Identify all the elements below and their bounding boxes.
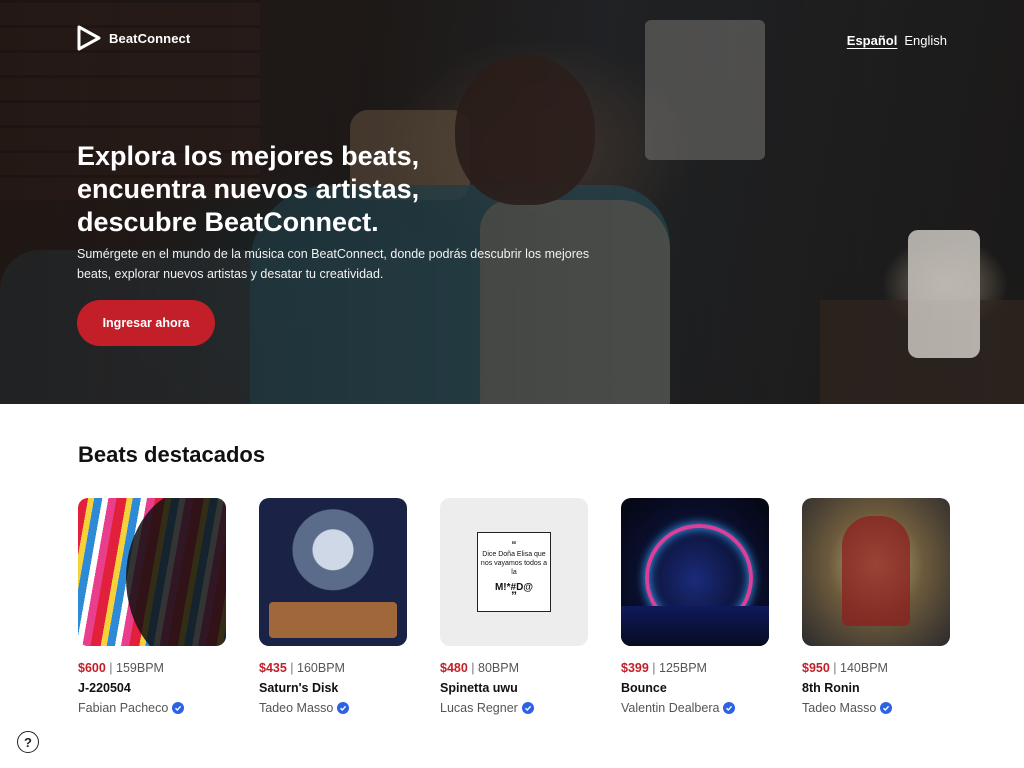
beat-author[interactable]: Tadeo Masso [802,701,950,715]
beat-price: $600 [78,661,106,675]
beat-author[interactable]: Valentin Dealbera [621,701,769,715]
verified-badge-icon [723,702,736,714]
beat-title[interactable]: J-220504 [78,681,226,695]
beat-title[interactable]: Spinetta uwu [440,681,588,695]
featured-title-light: Beats [78,442,138,467]
beat-author[interactable]: Tadeo Masso [259,701,407,715]
play-triangle-icon [77,25,101,51]
beat-meta-separator: | [652,661,656,675]
quote-open-mark: “ [511,540,517,551]
beat-meta-separator: | [833,661,837,675]
beat-price: $435 [259,661,287,675]
beat-bpm: 80BPM [478,661,520,675]
beat-cover-image[interactable] [802,498,950,646]
beat-author-name: Tadeo Masso [259,701,334,715]
quote-artwork: “ Dice Doña Elisa que nos vayamos todos … [477,532,551,612]
hero-title-line-3: descubre BeatConnect. [77,207,379,237]
beat-meta-separator: | [471,661,475,675]
beat-cover-image[interactable]: “ Dice Doña Elisa que nos vayamos todos … [440,498,588,646]
beat-meta-separator: | [290,661,294,675]
beat-card[interactable]: $435 | 160BPM Saturn's Disk Tadeo Masso [259,498,407,715]
verified-badge-icon [521,702,534,714]
beat-bpm: 125BPM [659,661,707,675]
help-button[interactable]: ? [17,731,39,753]
beat-title[interactable]: 8th Ronin [802,681,950,695]
hero-title-line-1: Explora los mejores beats, [77,141,420,171]
beat-card[interactable]: “ Dice Doña Elisa que nos vayamos todos … [440,498,588,715]
beat-meta-separator: | [109,661,113,675]
beat-author[interactable]: Fabian Pacheco [78,701,226,715]
beat-price: $399 [621,661,649,675]
ingresar-ahora-button[interactable]: Ingresar ahora [77,300,215,346]
help-icon: ? [24,734,32,750]
hero-content: BeatConnect Español English Explora los … [0,0,1024,404]
brand-logo[interactable]: BeatConnect [77,25,190,51]
beat-author-name: Fabian Pacheco [78,701,169,715]
beat-card[interactable]: $950 | 140BPM 8th Ronin Tadeo Masso [802,498,950,715]
beat-author-name: Tadeo Masso [802,701,877,715]
brand-name: BeatConnect [109,30,191,46]
language-option-espanol[interactable]: Español [847,33,898,48]
beat-meta: $399 | 125BPM [621,661,769,675]
verified-badge-icon [880,702,893,714]
verified-badge-icon [337,702,350,714]
beat-meta: $950 | 140BPM [802,661,950,675]
beat-title[interactable]: Saturn's Disk [259,681,407,695]
beat-price: $480 [440,661,468,675]
beat-cover-image[interactable] [78,498,226,646]
hero-banner: BeatConnect Español English Explora los … [0,0,1024,404]
beat-cover-image[interactable] [259,498,407,646]
quote-close-mark: ” [511,589,517,603]
featured-title-bold: destacados [144,442,266,467]
beat-price: $950 [802,661,830,675]
beat-bpm: 140BPM [840,661,888,675]
hero-description: Sumérgete en el mundo de la música con B… [77,247,590,281]
verified-badge-icon [172,702,185,714]
hero-title: Explora los mejores beats, encuentra nue… [77,140,597,239]
language-switcher: Español English [847,33,947,48]
beat-card[interactable]: $600 | 159BPM J-220504 Fabian Pacheco [78,498,226,715]
beat-meta: $600 | 159BPM [78,661,226,675]
beat-author[interactable]: Lucas Regner [440,701,588,715]
beat-card[interactable]: $399 | 125BPM Bounce Valentin Dealbera [621,498,769,715]
featured-beats-title: Beats destacados [78,442,265,468]
beat-author-name: Lucas Regner [440,701,518,715]
beat-bpm: 160BPM [297,661,345,675]
hero-title-line-2: encuentra nuevos artistas, [77,174,420,204]
beat-title[interactable]: Bounce [621,681,769,695]
beat-cover-image[interactable] [621,498,769,646]
beat-meta: $435 | 160BPM [259,661,407,675]
beat-bpm: 159BPM [116,661,164,675]
beat-author-name: Valentin Dealbera [621,701,720,715]
quote-text: Dice Doña Elisa que nos vayamos todos a … [480,551,548,576]
beats-grid: $600 | 159BPM J-220504 Fabian Pacheco $4… [78,498,950,715]
language-option-english[interactable]: English [904,33,947,48]
beat-meta: $480 | 80BPM [440,661,588,675]
